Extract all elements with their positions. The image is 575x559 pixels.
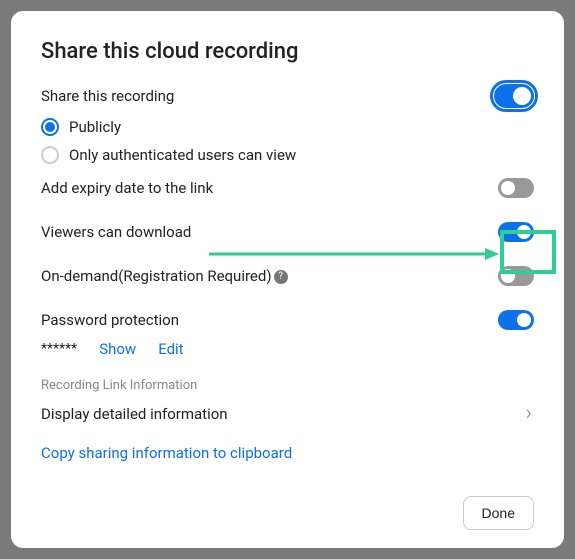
- ondemand-text: On-demand(Registration Required): [41, 267, 272, 285]
- radio-publicly[interactable]: Publicly: [41, 118, 534, 136]
- password-edit-link[interactable]: Edit: [158, 340, 183, 358]
- done-button[interactable]: Done: [463, 496, 534, 530]
- display-detailed-info-row[interactable]: Display detailed information ›: [41, 401, 534, 426]
- ondemand-toggle[interactable]: [498, 266, 534, 286]
- password-actions: ****** Show Edit: [41, 340, 534, 358]
- expiry-toggle[interactable]: [498, 178, 534, 198]
- password-show-link[interactable]: Show: [99, 340, 136, 358]
- password-label: Password protection: [41, 311, 179, 329]
- download-label: Viewers can download: [41, 223, 191, 241]
- password-row: Password protection: [41, 310, 534, 330]
- help-icon[interactable]: ?: [274, 270, 288, 284]
- chevron-right-icon: ›: [525, 401, 532, 426]
- share-recording-toggle[interactable]: [494, 84, 534, 108]
- radio-authenticated-label: Only authenticated users can view: [69, 146, 296, 164]
- password-toggle[interactable]: [498, 310, 534, 330]
- share-recording-row: Share this recording: [41, 84, 534, 108]
- radio-icon: [41, 118, 59, 136]
- download-toggle[interactable]: [498, 222, 534, 242]
- password-mask: ******: [41, 341, 77, 357]
- expiry-label: Add expiry date to the link: [41, 179, 213, 197]
- download-row: Viewers can download: [41, 222, 534, 242]
- visibility-radio-group: Publicly Only authenticated users can vi…: [41, 118, 534, 164]
- radio-publicly-label: Publicly: [69, 118, 121, 136]
- modal-footer: Done: [463, 496, 534, 530]
- ondemand-label: On-demand(Registration Required)?: [41, 267, 288, 285]
- recording-link-section-label: Recording Link Information: [41, 378, 534, 393]
- ondemand-row: On-demand(Registration Required)?: [41, 266, 534, 286]
- copy-sharing-link[interactable]: Copy sharing information to clipboard: [41, 444, 292, 462]
- display-detailed-info-label: Display detailed information: [41, 405, 228, 423]
- share-recording-modal: Share this cloud recording Share this re…: [11, 11, 564, 548]
- radio-icon: [41, 146, 59, 164]
- modal-title: Share this cloud recording: [41, 39, 534, 64]
- expiry-row: Add expiry date to the link: [41, 178, 534, 198]
- share-recording-label: Share this recording: [41, 87, 174, 105]
- radio-authenticated[interactable]: Only authenticated users can view: [41, 146, 534, 164]
